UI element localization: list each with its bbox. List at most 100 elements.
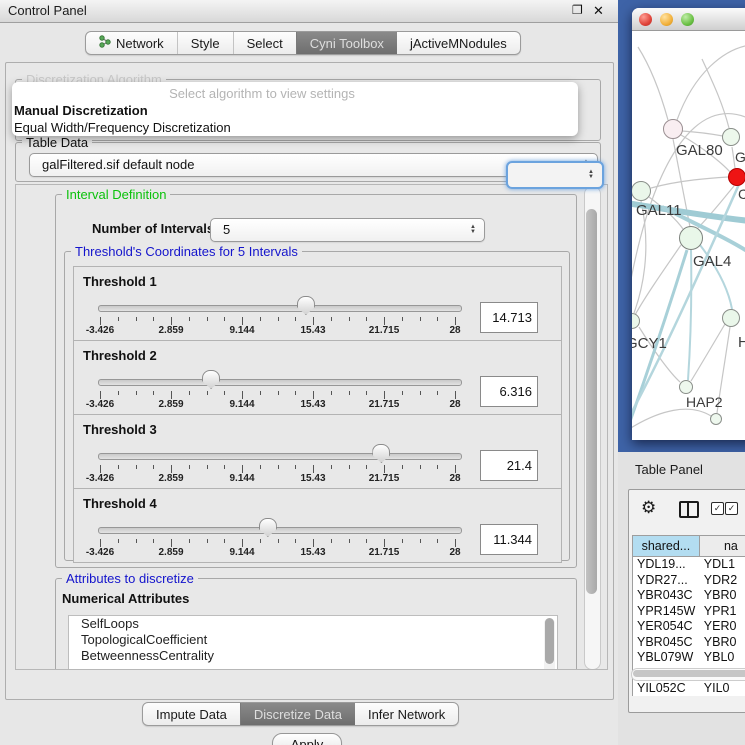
number-of-intervals-combo[interactable]: 5 ▲▼	[210, 218, 485, 242]
tick-mark	[153, 391, 154, 395]
tick-mark	[278, 391, 279, 395]
network-node[interactable]	[632, 181, 651, 201]
threshold-panel: Threshold 4-3.4262.8599.14415.4321.71528…	[73, 488, 562, 563]
slider-tick-label: 28	[449, 399, 460, 410]
algorithm-combo[interactable]: ▲▼	[506, 161, 604, 189]
table-row[interactable]: YDR27...YDR2	[633, 573, 745, 589]
threshold-slider-track[interactable]	[98, 305, 462, 312]
tab-label: Discretize Data	[254, 707, 342, 722]
table-data-legend: Table Data	[22, 135, 92, 150]
table-row[interactable]: YBR043CYBR0	[633, 588, 745, 604]
network-node[interactable]	[663, 119, 683, 139]
table-scrollbar-thumb[interactable]	[633, 670, 745, 677]
network-node[interactable]	[710, 413, 722, 425]
list-scrollbar-thumb[interactable]	[545, 618, 554, 664]
network-canvas[interactable]: GAL80GACGAL11GAL4GCY1HHAP2	[632, 31, 745, 440]
tab-impute-data[interactable]: Impute Data	[143, 703, 240, 725]
threshold-slider-track[interactable]	[98, 379, 462, 386]
threshold-label: Threshold 1	[83, 274, 157, 289]
cell-shared-name: YDL19...	[633, 557, 700, 573]
zoom-traffic-light-icon[interactable]	[681, 13, 694, 26]
tick-mark	[331, 317, 332, 321]
tick-mark	[153, 317, 154, 321]
cell-name: YDR2	[700, 573, 745, 589]
threshold-value-field[interactable]: 6.316	[480, 376, 538, 407]
threshold-slider-thumb[interactable]	[297, 296, 315, 315]
threshold-slider-track[interactable]	[98, 453, 462, 460]
numerical-attributes-list[interactable]: SelfLoopsTopologicalCoefficientBetweenne…	[68, 615, 558, 670]
apply-button[interactable]: Apply	[272, 733, 342, 745]
threshold-value-field[interactable]: 21.4	[480, 450, 538, 481]
tab-select[interactable]: Select	[233, 32, 296, 54]
tick-mark	[420, 391, 421, 395]
control-panel-window: Control Panel ❐ ✕ NetworkStyleSelectCyni…	[0, 0, 618, 745]
list-scrollbar[interactable]	[544, 618, 555, 670]
minimize-traffic-light-icon[interactable]	[660, 13, 673, 26]
threshold-slider-thumb[interactable]	[372, 444, 390, 463]
cell-name: YDL1	[700, 557, 745, 573]
tick-mark	[366, 391, 367, 395]
slider-tick-label: 15.43	[300, 547, 325, 558]
tick-mark	[384, 539, 385, 547]
checkbox-icon[interactable]: ✓	[711, 502, 724, 515]
threshold-value-field[interactable]: 14.713	[480, 302, 538, 333]
threshold-panel: Threshold 3-3.4262.8599.14415.4321.71528…	[73, 414, 562, 489]
algorithm-option[interactable]: Manual Discretization	[14, 103, 148, 118]
tick-mark	[366, 539, 367, 543]
tick-mark	[331, 391, 332, 395]
tab-discretize-data[interactable]: Discretize Data	[240, 703, 355, 725]
attributes-legend: Attributes to discretize	[62, 571, 198, 586]
column-header[interactable]: shared...	[633, 536, 700, 556]
threshold-value-field[interactable]: 11.344	[480, 524, 538, 555]
tab-style[interactable]: Style	[177, 32, 233, 54]
settings-scrollbar-thumb[interactable]	[586, 209, 597, 594]
table-row[interactable]: YPR145WYPR1	[633, 604, 745, 620]
tab-cyni-toolbox[interactable]: Cyni Toolbox	[296, 32, 397, 54]
tick-mark	[118, 539, 119, 543]
algorithm-option[interactable]: Equal Width/Frequency Discretization	[14, 120, 231, 135]
attribute-list-item[interactable]: TopologicalCoefficient	[69, 632, 557, 648]
slider-tick-label: 28	[449, 473, 460, 484]
table-row[interactable]: YIL052CYIL0	[633, 681, 745, 696]
threshold-slider-thumb[interactable]	[259, 518, 277, 537]
network-window-titlebar	[632, 8, 745, 31]
table-row[interactable]: YDL19...YDL1	[633, 557, 745, 573]
checkbox-icon[interactable]: ✓	[725, 502, 738, 515]
table-horizontal-scrollbar[interactable]	[631, 668, 745, 681]
tick-mark	[224, 317, 225, 321]
table-data-combo-value: galFiltered.sif default node	[42, 157, 194, 172]
tick-mark	[313, 465, 314, 473]
column-header[interactable]: na	[700, 536, 745, 556]
slider-tick-label: 21.715	[369, 325, 400, 336]
algorithm-popup: Select algorithm to view settings Manual…	[12, 82, 578, 136]
tab-jactivemnodules[interactable]: jActiveMNodules	[397, 32, 520, 54]
attribute-list-item[interactable]: BetweennessCentrality	[69, 648, 557, 664]
tab-label: Network	[116, 36, 164, 51]
thresholds-legend: Threshold's Coordinates for 5 Intervals	[71, 244, 302, 259]
split-columns-icon[interactable]	[679, 501, 699, 518]
network-node[interactable]	[722, 128, 740, 146]
float-window-icon[interactable]: ❐	[572, 3, 583, 17]
network-window[interactable]: GAL80GACGAL11GAL4GCY1HHAP2	[632, 8, 745, 440]
network-node[interactable]	[679, 226, 703, 250]
tab-network[interactable]: Network	[86, 32, 177, 54]
table-row[interactable]: YER054CYER0	[633, 619, 745, 635]
table-row[interactable]: YBR045CYBR0	[633, 635, 745, 651]
attribute-list-item[interactable]: SelfLoops	[69, 616, 557, 632]
cell-shared-name: YER054C	[633, 619, 700, 635]
tick-mark	[189, 317, 190, 321]
numerical-attributes-heading: Numerical Attributes	[62, 591, 189, 606]
settings-vertical-scrollbar[interactable]	[584, 186, 601, 670]
table-row[interactable]: YBL079WYBL0	[633, 650, 745, 666]
tab-label: Select	[247, 36, 283, 51]
network-node[interactable]	[722, 309, 740, 327]
threshold-slider-track[interactable]	[98, 527, 462, 534]
close-window-icon[interactable]: ✕	[593, 3, 604, 19]
gear-icon[interactable]: ⚙	[641, 498, 656, 518]
tab-infer-network[interactable]: Infer Network	[355, 703, 458, 725]
network-node[interactable]	[679, 380, 693, 394]
tick-mark	[437, 317, 438, 321]
threshold-slider-thumb[interactable]	[202, 370, 220, 389]
network-node[interactable]	[728, 168, 745, 186]
close-traffic-light-icon[interactable]	[639, 13, 652, 26]
